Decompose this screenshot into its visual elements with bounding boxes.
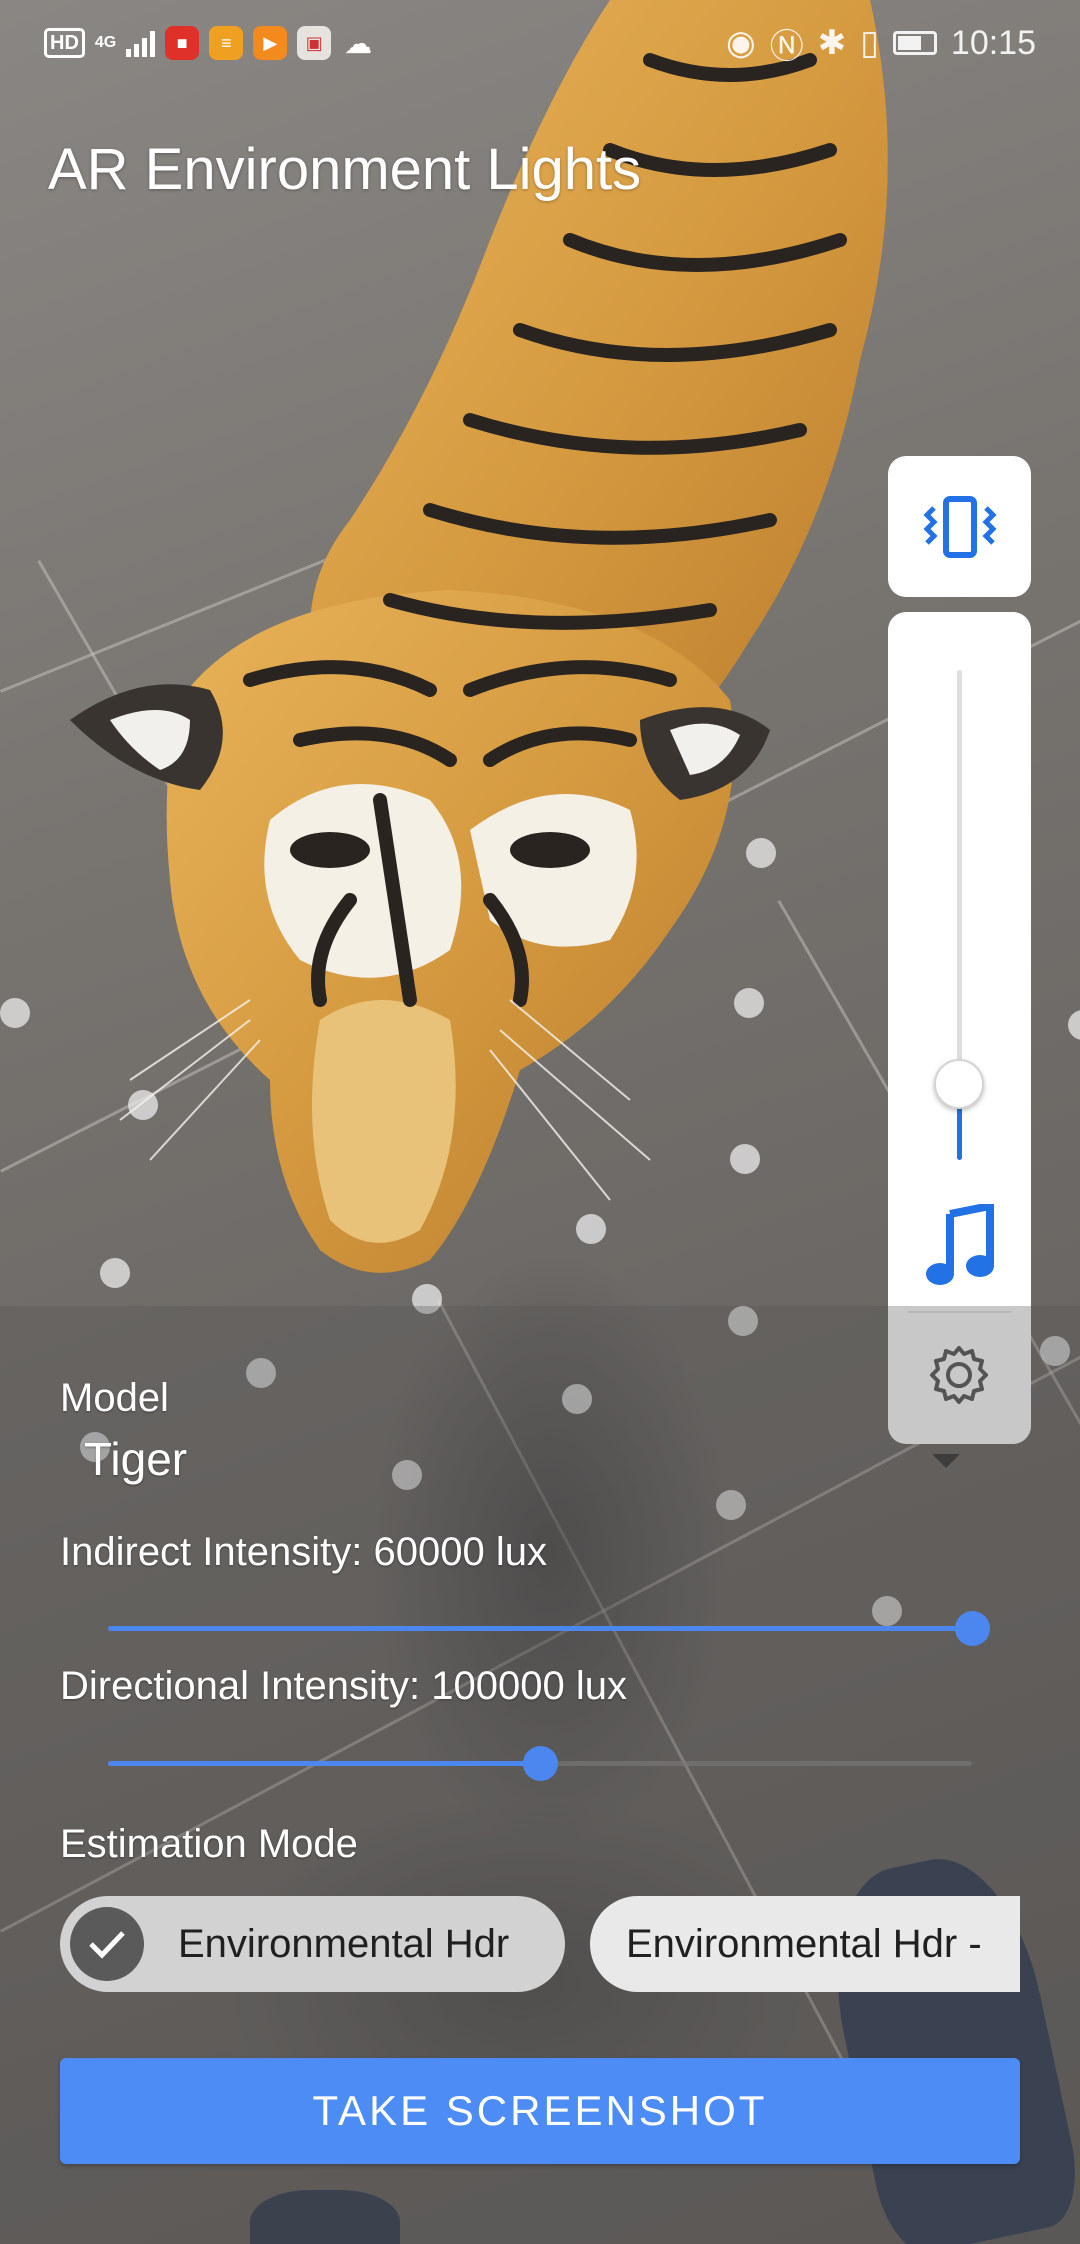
bluetooth-icon: ✱ [817, 24, 847, 62]
indirect-intensity-label: Indirect Intensity: 60000 lux [60, 1530, 547, 1574]
clock: 10:15 [950, 23, 1036, 62]
mode-chip-environmental-hdr[interactable]: Environmental Hdr [60, 1896, 565, 1992]
slider-fill [108, 1761, 540, 1766]
nfc-icon: Ⓝ [769, 27, 804, 66]
take-screenshot-button[interactable]: TAKE SCREENSHOT [60, 2058, 1020, 2164]
status-bar: HD 4G ■ ≡ ▶ ▣ ☁ ◉ Ⓝ ✱ ▯ 10:15 [0, 0, 1080, 86]
news-app-icon: ≡ [209, 26, 244, 60]
indirect-intensity-slider[interactable] [108, 1608, 990, 1648]
video-app-icon: ■ [165, 26, 200, 60]
network-type: 4G [94, 34, 117, 51]
directional-intensity-slider[interactable] [108, 1743, 972, 1783]
vibrate-icon: ▯ [860, 24, 879, 62]
slider-thumb[interactable] [523, 1746, 558, 1781]
gift-app-icon: ▣ [297, 26, 332, 60]
player-app-icon: ▶ [253, 26, 288, 60]
check-icon [70, 1907, 144, 1981]
chip-label: Environmental Hdr - [626, 1921, 982, 1966]
eye-icon: ◉ [726, 24, 756, 62]
plane-dot [0, 998, 30, 1028]
ar-screen: HD 4G ■ ≡ ▶ ▣ ☁ ◉ Ⓝ ✱ ▯ 10:15 AR Environ… [0, 0, 1080, 2244]
slider-thumb[interactable] [955, 1611, 990, 1646]
estimation-mode-label: Estimation Mode [60, 1822, 358, 1866]
page-title: AR Environment Lights [48, 137, 642, 202]
volume-slider-thumb[interactable] [934, 1059, 984, 1109]
battery-icon [892, 31, 937, 55]
vibrate-mode-button[interactable] [888, 456, 1031, 597]
status-left: HD 4G ■ ≡ ▶ ▣ ☁ [44, 26, 375, 60]
status-right: ◉ Ⓝ ✱ ▯ 10:15 [726, 19, 1036, 68]
wechat-icon: ☁ [344, 27, 373, 59]
slider-fill [108, 1626, 972, 1631]
directional-intensity-label: Directional Intensity: 100000 lux [60, 1664, 627, 1708]
model-dropdown[interactable]: Tiger [84, 1432, 187, 1486]
chip-label: Environmental Hdr [178, 1921, 510, 1966]
signal-icon [126, 29, 156, 57]
vibrate-mode-icon [922, 495, 997, 558]
mode-chip-environmental-hdr-variant[interactable]: Environmental Hdr - [590, 1896, 1020, 1992]
music-note-icon[interactable] [924, 1204, 996, 1288]
model-label: Model [60, 1376, 169, 1420]
plane-dot [1068, 1010, 1080, 1040]
hd-badge: HD [44, 28, 85, 58]
